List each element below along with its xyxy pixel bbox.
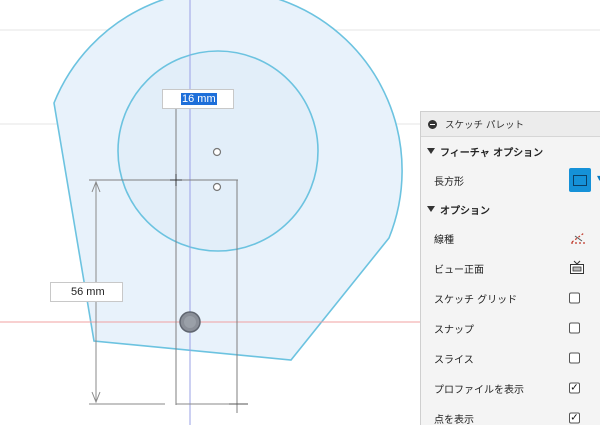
origin-highlight (184, 316, 196, 328)
options-label: オプション (440, 205, 490, 217)
show-profile-checkbox[interactable]: ✓ (569, 382, 580, 394)
sketch-point[interactable] (212, 182, 222, 192)
rectangle-label: 長方形 (434, 176, 464, 188)
checkmark-icon: ✓ (570, 382, 579, 393)
show-profile-label: プロファイルを表示 (434, 384, 524, 396)
expand-triangle-icon[interactable] (427, 148, 435, 154)
slice-checkbox[interactable] (569, 352, 580, 364)
sketch-grid-checkbox[interactable] (569, 292, 580, 304)
palette-header[interactable]: スケッチ パレット (421, 112, 600, 137)
snap-row: スナップ (421, 313, 600, 343)
slice-row: スライス (421, 343, 600, 373)
linetype-row: 線種 (421, 223, 600, 253)
checkmark-icon: ✓ (570, 412, 579, 423)
show-profile-row: プロファイルを表示 ✓ (421, 373, 600, 403)
sketch-grid-row: スケッチ グリッド (421, 283, 600, 313)
show-points-checkbox[interactable]: ✓ (569, 412, 580, 424)
show-points-label: 点を表示 (434, 414, 474, 426)
expand-triangle-icon[interactable] (427, 206, 435, 212)
diameter-dimension-input[interactable]: 16 mm (162, 89, 234, 109)
sketch-grid-label: スケッチ グリッド (434, 294, 518, 306)
length-dimension-value[interactable]: 56 mm (71, 286, 105, 298)
rectangle-row: 長方形 ▾ (421, 165, 600, 195)
rectangle-type-button[interactable] (569, 168, 591, 192)
sketch-point[interactable] (212, 147, 222, 157)
linetype-icon[interactable] (569, 230, 587, 246)
feature-options-section[interactable]: フィーチャ オプション (421, 137, 600, 165)
show-points-row: 点を表示 ✓ (421, 403, 600, 433)
diameter-dimension-value[interactable]: 16 mm (181, 93, 217, 105)
sketch-palette: スケッチ パレット フィーチャ オプション 長方形 ▾ オプション 線種 ビュー… (420, 111, 600, 426)
look-at-icon[interactable] (569, 260, 585, 276)
look-at-row: ビュー正面 (421, 253, 600, 283)
palette-title: スケッチ パレット (445, 120, 525, 131)
feature-options-label: フィーチャ オプション (440, 147, 544, 159)
snap-label: スナップ (434, 324, 474, 336)
linetype-label: 線種 (434, 234, 454, 246)
snap-checkbox[interactable] (569, 322, 580, 334)
look-at-label: ビュー正面 (434, 264, 484, 276)
collapse-icon[interactable] (428, 119, 437, 129)
slice-label: スライス (434, 354, 474, 366)
rectangle-icon (573, 174, 587, 186)
options-section[interactable]: オプション (421, 195, 600, 223)
length-dimension-input[interactable]: 56 mm (50, 282, 123, 302)
